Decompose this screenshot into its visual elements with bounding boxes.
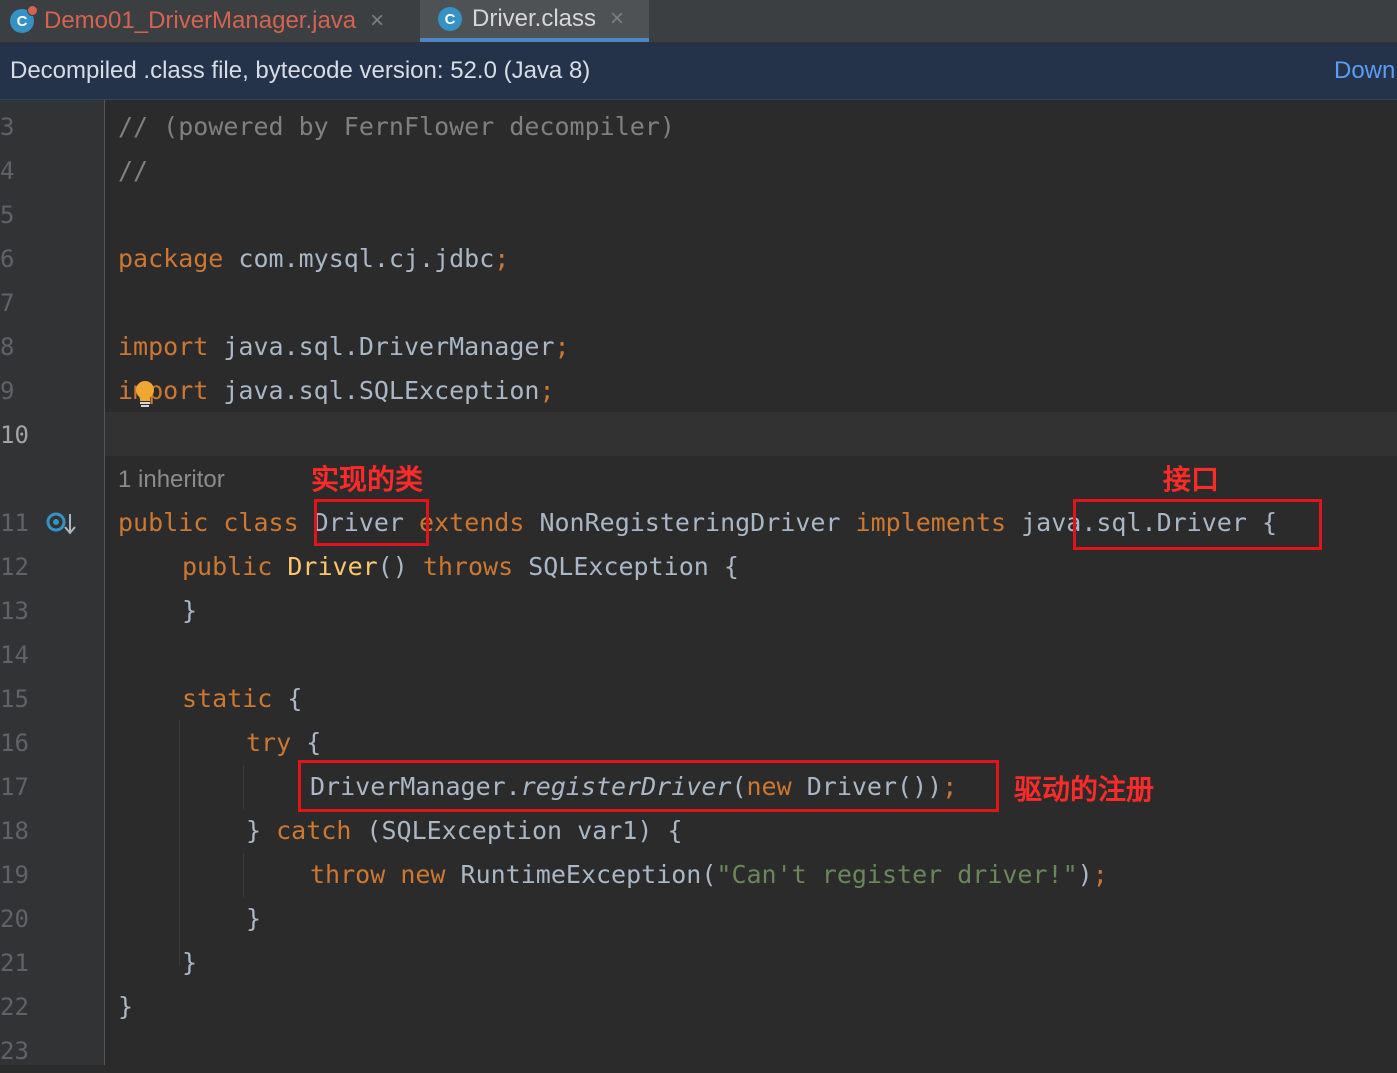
annotation-box-class (314, 499, 429, 546)
parens: () (377, 552, 423, 581)
line-number: 15 (0, 685, 29, 713)
annotation-box-registration (298, 760, 999, 812)
annotation-label-interface: 接口 (1163, 463, 1220, 496)
annotation-label-registration: 驱动的注册 (1014, 773, 1155, 806)
code-line-6[interactable]: package com.mysql.cj.jdbc; (118, 237, 509, 281)
close-brace: } (118, 992, 134, 1021)
line-number: 3 (0, 113, 15, 141)
line-number: 4 (0, 157, 15, 185)
download-sources-link[interactable]: Down (1334, 57, 1395, 85)
current-line-highlight (105, 412, 1397, 456)
keyword-public: public (182, 552, 288, 581)
annotation-box-interface (1073, 499, 1322, 550)
code-line-13[interactable]: } (182, 589, 197, 633)
code-line-19[interactable]: throw new RuntimeException("Can't regist… (310, 853, 1108, 897)
close-brace: } (182, 948, 198, 977)
line-number: 18 (0, 817, 29, 845)
constructor-name: Driver (287, 552, 378, 581)
keyword-new: new (400, 860, 461, 889)
close-brace: } (246, 816, 277, 845)
open-brace: { (306, 728, 322, 757)
exception-type: SQLException { (528, 552, 739, 581)
implemented-by-icon[interactable] (46, 510, 76, 538)
code-line-16[interactable]: try { (246, 721, 321, 765)
line-number: 20 (0, 905, 29, 933)
tab-driver-class[interactable]: C Driver.class × (420, 0, 649, 42)
line-number: 8 (0, 333, 15, 361)
indent-guide (243, 765, 244, 809)
line-number: 5 (0, 201, 15, 229)
editor-tab-bar: C Demo01_DriverManager.java × C Driver.c… (0, 0, 1397, 43)
inheritors-inlay-hint[interactable]: 1 inheritor (118, 458, 225, 502)
indent-guide (179, 720, 180, 965)
java-class-icon: C (10, 5, 38, 33)
line-number: 12 (0, 553, 29, 581)
semicolon: ; (554, 332, 570, 361)
tab-label: Driver.class (472, 5, 597, 32)
code-line-12[interactable]: public Driver() throws SQLException { (182, 545, 739, 589)
import-path: java.sql.DriverManager (208, 332, 555, 361)
line-number: 14 (0, 641, 29, 669)
keyword-import: import (118, 376, 209, 405)
line-number: 6 (0, 245, 15, 273)
close-paren: ) (1077, 860, 1093, 889)
code-line-9[interactable]: import java.sql.SQLException; (118, 369, 555, 413)
tab-demo01-drivermanager[interactable]: C Demo01_DriverManager.java × (10, 0, 415, 42)
annotation-label-impl-class: 实现的类 (311, 463, 424, 496)
semicolon: ; (494, 244, 510, 273)
close-brace: } (246, 904, 262, 933)
close-icon[interactable]: × (610, 5, 624, 33)
banner-text: Decompiled .class file, bytecode version… (10, 57, 591, 84)
line-number: 21 (0, 949, 29, 977)
string-literal: "Can't register driver!" (716, 860, 1078, 889)
lightbulb-icon[interactable] (134, 380, 156, 408)
line-number-current: 10 (0, 421, 29, 449)
line-number: 9 (0, 377, 15, 405)
line-number: 19 (0, 861, 29, 889)
keyword-throws: throws (422, 552, 529, 581)
class-icon: C (438, 7, 462, 31)
comment: // (powered by FernFlower decompiler) (118, 112, 675, 141)
comment: // (118, 156, 149, 185)
exception-constructor: RuntimeException( (460, 860, 717, 889)
close-brace: } (182, 596, 198, 625)
close-icon[interactable]: × (370, 7, 384, 35)
package-name: com.mysql.cj.jdbc (223, 244, 495, 273)
code-line-15[interactable]: static { (182, 677, 302, 721)
open-brace: { (287, 684, 303, 713)
keyword-import: import (118, 332, 209, 361)
indent-guide (243, 853, 244, 897)
line-number: 22 (0, 993, 29, 1021)
code-line-8[interactable]: import java.sql.DriverManager; (118, 325, 570, 369)
line-number: 23 (0, 1037, 29, 1065)
error-badge-icon (27, 5, 38, 16)
line-number: 13 (0, 597, 29, 625)
keyword-package: package (118, 244, 224, 273)
code-line-3[interactable]: // (powered by FernFlower decompiler) (118, 105, 675, 149)
code-line-18[interactable]: } catch (SQLException var1) { (246, 809, 683, 853)
keyword-implements: implements (840, 508, 1022, 537)
catch-params: (SQLException var1) { (366, 816, 683, 845)
code-line-4[interactable]: // (118, 149, 148, 193)
keyword-try: try (246, 728, 307, 757)
keyword-static: static (182, 684, 288, 713)
code-line-22[interactable]: } (118, 985, 133, 1029)
keyword-catch: catch (276, 816, 367, 845)
code-line-21[interactable]: } (182, 941, 197, 985)
line-number: 7 (0, 289, 15, 317)
decompiled-banner: Decompiled .class file, bytecode version… (0, 43, 1397, 100)
code-line-20[interactable]: } (246, 897, 261, 941)
line-number: 11 (0, 509, 29, 537)
keyword-throw: throw (310, 860, 401, 889)
line-number: 17 (0, 773, 29, 801)
semicolon: ; (1092, 860, 1108, 889)
semicolon: ; (539, 376, 555, 405)
keyword-public-class: public class (118, 508, 314, 537)
line-number: 16 (0, 729, 29, 757)
tab-label: Demo01_DriverManager.java (44, 7, 357, 34)
import-path: java.sql.SQLException (208, 376, 540, 405)
superclass-name: NonRegisteringDriver (539, 508, 841, 537)
